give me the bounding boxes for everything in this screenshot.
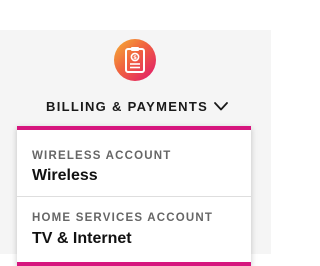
billing-dropdown-menu: WIRELESS ACCOUNT Wireless HOME SERVICES … bbox=[17, 126, 251, 266]
svg-text:$: $ bbox=[133, 55, 137, 61]
menu-item-title: Wireless bbox=[32, 167, 98, 184]
menu-toggle-label: BILLING & PAYMENTS bbox=[46, 98, 209, 114]
menu-item-eyebrow: WIRELESS ACCOUNT bbox=[32, 150, 172, 162]
header-top-band bbox=[0, 0, 271, 30]
menu-item-home-services-account[interactable]: HOME SERVICES ACCOUNT TV & Internet bbox=[17, 197, 251, 262]
billing-payments-menu-toggle[interactable]: BILLING & PAYMENTS bbox=[46, 96, 228, 116]
menu-item-wireless-account[interactable]: WIRELESS ACCOUNT Wireless bbox=[17, 130, 251, 197]
nav-menu-area: $ BILLING & PAYMENTS WIRELESS ACCOUNT Wi… bbox=[0, 30, 271, 266]
billing-document-icon: $ bbox=[114, 39, 156, 81]
menu-item-eyebrow: HOME SERVICES ACCOUNT bbox=[32, 212, 214, 224]
chevron-down-icon bbox=[214, 101, 228, 111]
menu-item-title: TV & Internet bbox=[32, 230, 132, 247]
